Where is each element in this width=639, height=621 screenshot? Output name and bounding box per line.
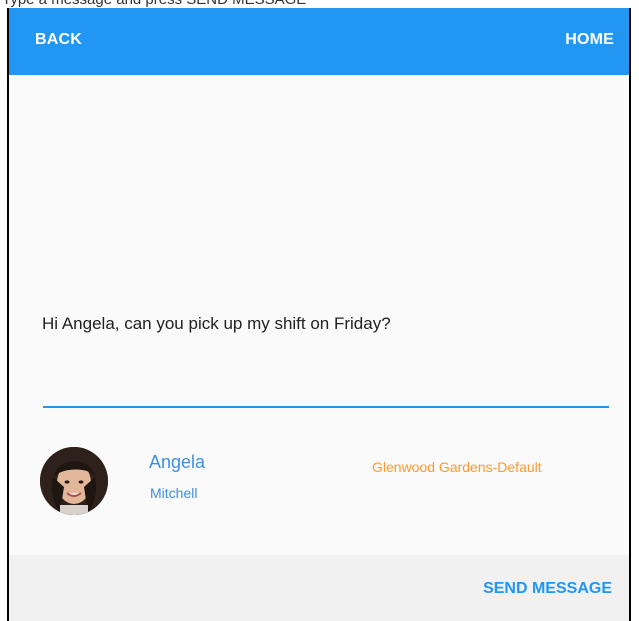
contact-last-name: Mitchell [150, 485, 198, 501]
top-toolbar: BACK HOME [9, 8, 629, 75]
contact-location: Glenwood Gardens-Default [372, 459, 542, 475]
message-input[interactable]: Hi Angela, can you pick up my shift on F… [42, 314, 391, 334]
dialog-footer: SEND MESSAGE [9, 555, 629, 621]
message-dialog: BACK HOME Hi Angela, can you pick up my … [7, 8, 631, 621]
cropped-instruction-text: Type a message and press SEND MESSAGE [0, 0, 639, 8]
home-button[interactable]: HOME [565, 31, 614, 49]
send-message-button[interactable]: SEND MESSAGE [483, 580, 612, 598]
message-input-underline [43, 406, 609, 408]
back-button[interactable]: BACK [35, 31, 82, 49]
avatar [40, 447, 108, 515]
avatar-photo-icon [40, 447, 108, 515]
contact-first-name: Angela [149, 452, 206, 472]
instruction-text: Type a message and press SEND MESSAGE [2, 0, 306, 8]
